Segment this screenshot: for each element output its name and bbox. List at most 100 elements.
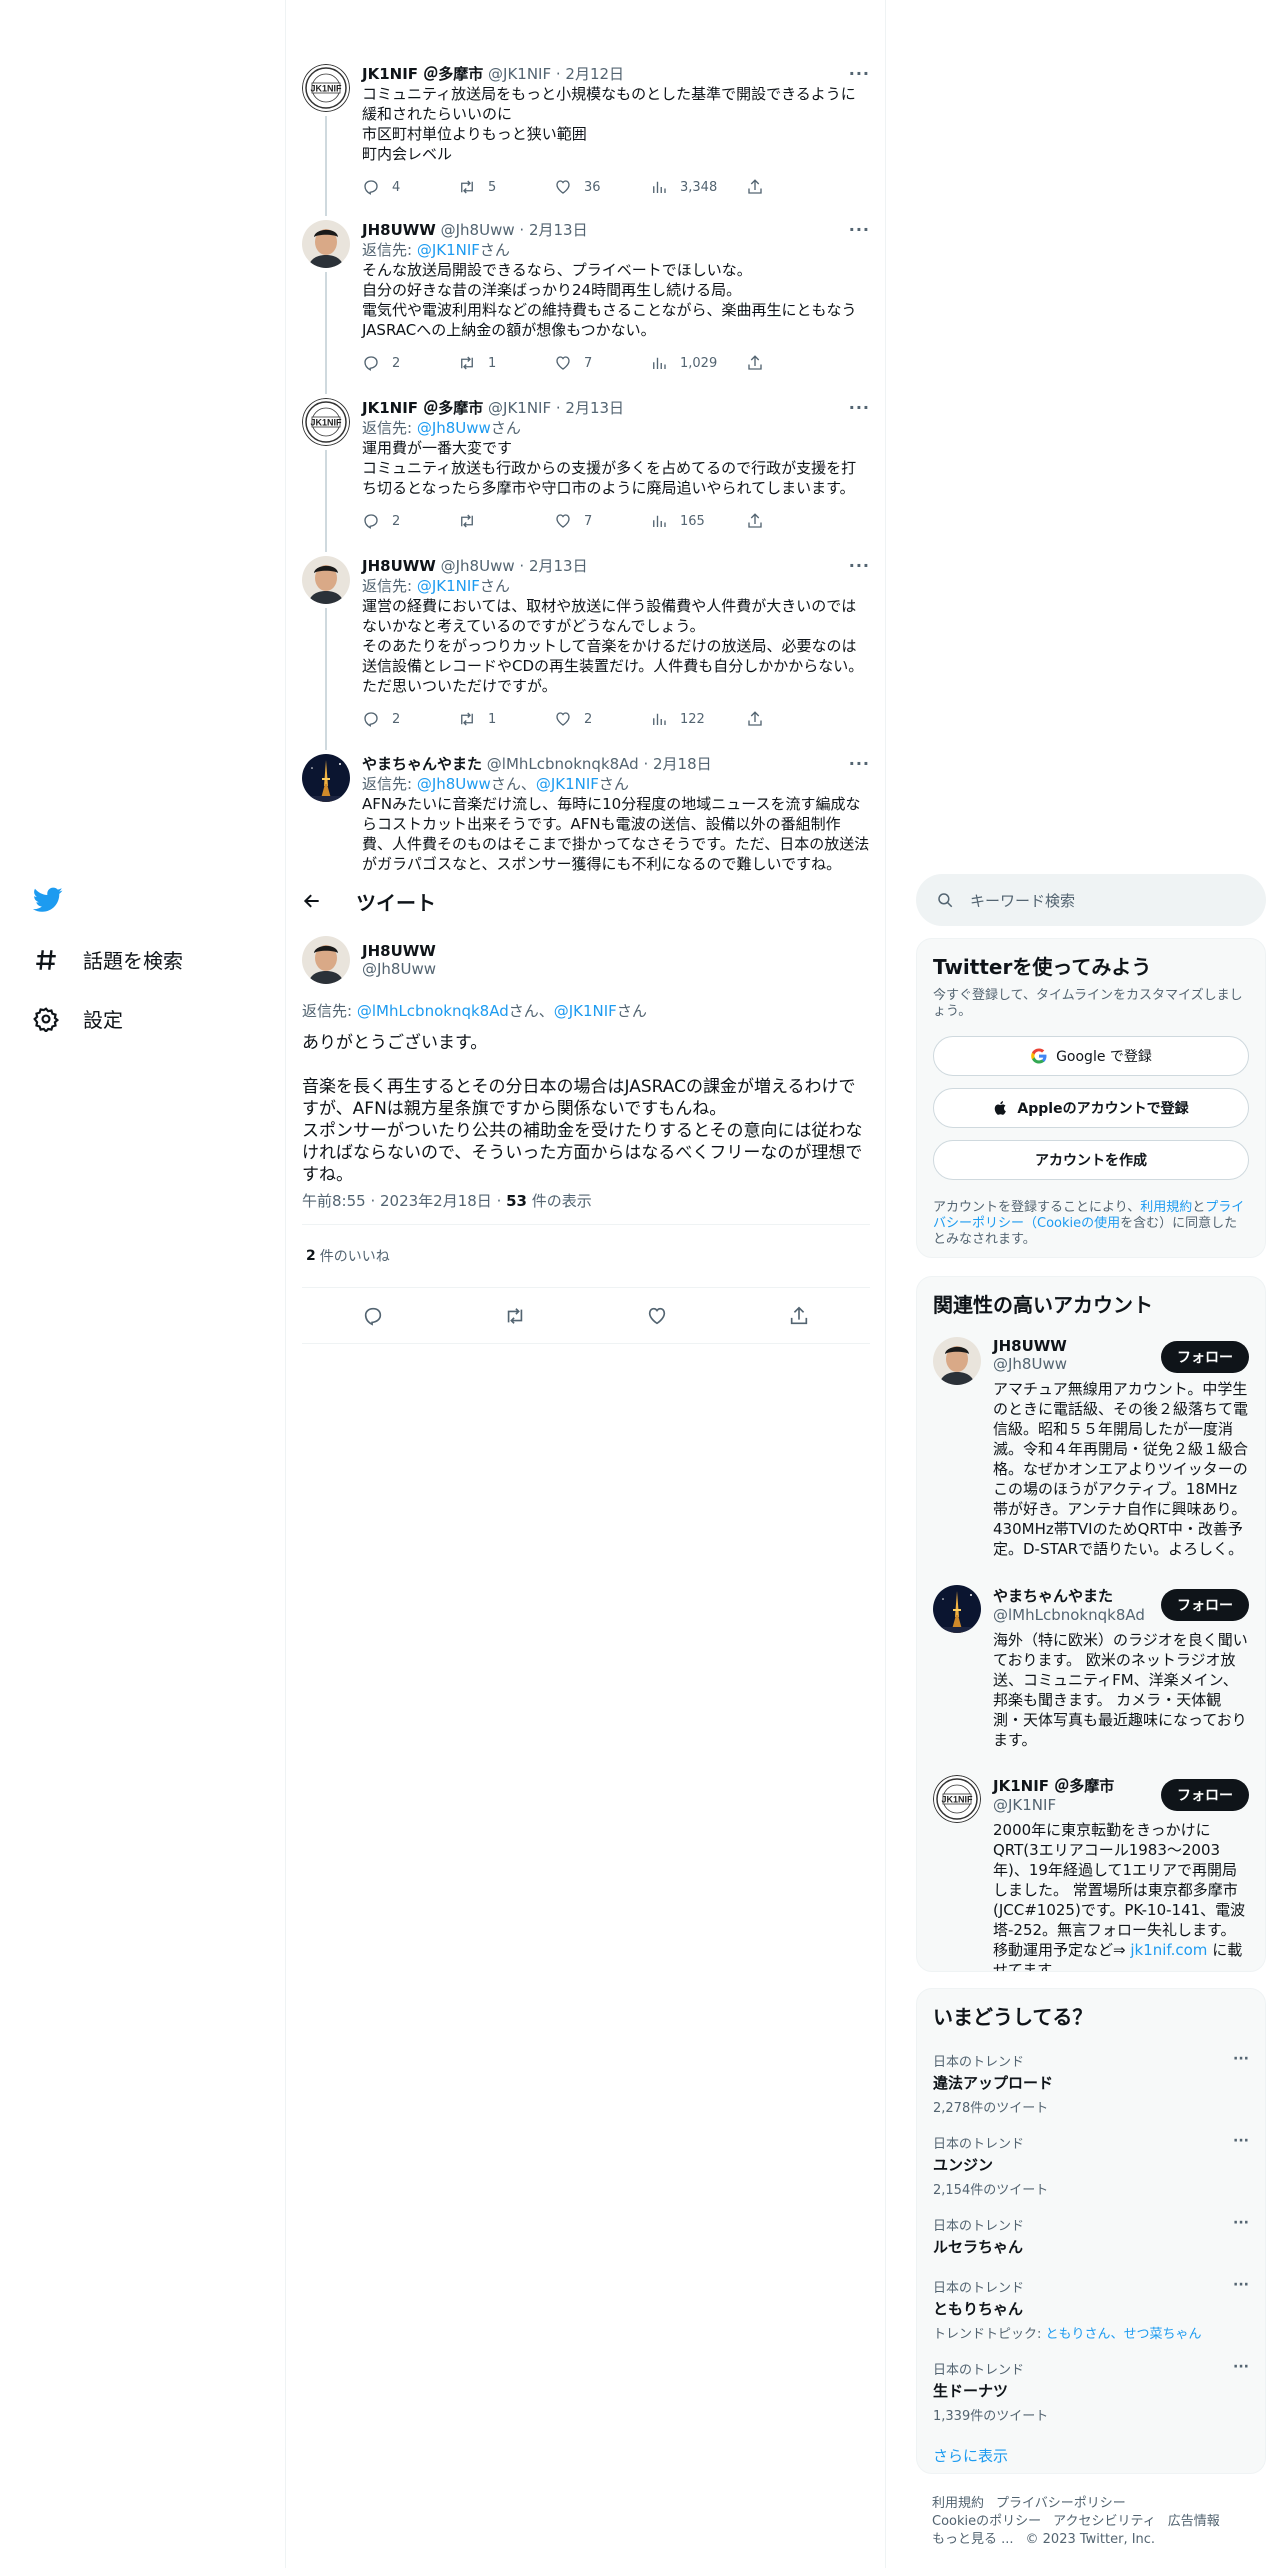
retweet-button[interactable] — [458, 512, 554, 530]
share-button[interactable] — [746, 512, 842, 530]
follow-button[interactable]: フォロー — [1161, 1341, 1249, 1373]
reply-mention-link[interactable]: @JK1NIF — [554, 1002, 617, 1020]
trend-category: 日本のトレンド — [933, 2363, 1025, 2378]
views-button[interactable]: 1,029 — [650, 354, 746, 372]
author-handle[interactable]: @Jh8Uww — [441, 221, 515, 239]
search-box[interactable]: キーワード検索 — [916, 874, 1266, 926]
reply-button[interactable]: 2 — [362, 354, 458, 372]
share-button[interactable] — [746, 178, 842, 196]
author-handle[interactable]: @Jh8Uww — [441, 557, 515, 575]
like-button[interactable]: 36 — [554, 178, 650, 196]
show-more-link[interactable]: さらに表示 — [933, 2445, 1008, 2466]
share-icon[interactable] — [788, 1305, 810, 1327]
author-name[interactable]: JK1NIF ＠多摩市 — [362, 399, 483, 417]
footer-link[interactable]: 利用規約 — [932, 2496, 984, 2511]
trend-item[interactable]: 日本のトレンド 違法アップロード 2,278件のツイート ··· — [933, 2051, 1249, 2116]
trend-more-icon[interactable]: ··· — [1233, 2277, 1249, 2293]
footer-link[interactable]: Cookieのポリシー — [932, 2514, 1041, 2529]
views-button[interactable]: 122 — [650, 710, 746, 728]
retweet-button[interactable]: 5 — [458, 178, 554, 196]
author-handle[interactable]: @JK1NIF — [488, 399, 551, 417]
tweet-date[interactable]: 2月13日 — [565, 399, 624, 417]
tweet-text: そんな放送局開設できるなら、プライベートでほしいな。 自分の好きな昔の洋楽ばっか… — [362, 261, 857, 339]
author-name[interactable]: やまちゃんやまた — [362, 755, 482, 773]
google-signup-button[interactable]: Google で登録 — [933, 1036, 1249, 1076]
views-button[interactable]: 165 — [650, 512, 746, 530]
twitter-logo-icon[interactable] — [33, 887, 63, 913]
author-handle[interactable]: @lMhLcbnoknqk8Ad — [487, 755, 639, 773]
footer-link[interactable]: もっと見る ... — [932, 2532, 1014, 2547]
tweet-date[interactable]: 2月18日 — [653, 755, 712, 773]
reply-icon[interactable] — [362, 1305, 384, 1327]
avatar[interactable] — [302, 936, 350, 984]
more-options-icon[interactable]: ··· — [849, 556, 870, 575]
likes-summary[interactable]: 2 件のいいね — [302, 1224, 870, 1288]
share-button[interactable] — [746, 710, 842, 728]
avatar[interactable]: JK1NIF — [933, 1775, 981, 1823]
retweet-button[interactable]: 1 — [458, 710, 554, 728]
focus-author[interactable]: JH8UWW @Jh8Uww — [302, 936, 436, 984]
reply-mention-link[interactable]: @Jh8Uww — [417, 419, 491, 437]
more-options-icon[interactable]: ··· — [849, 398, 870, 417]
reply-button[interactable]: 4 — [362, 178, 458, 196]
footer-link[interactable]: アクセシビリティ — [1053, 2514, 1156, 2529]
avatar[interactable]: JK1NIF — [302, 64, 350, 112]
tweet-time[interactable]: 午前8:55 — [302, 1192, 366, 1210]
reply-mention-link[interactable]: @JK1NIF — [417, 241, 480, 259]
trend-more-icon[interactable]: ··· — [1233, 2215, 1249, 2231]
author-handle[interactable]: @JK1NIF — [488, 65, 551, 83]
like-button[interactable]: 2 — [554, 710, 650, 728]
tweet-date[interactable]: 2月13日 — [529, 221, 588, 239]
author-name[interactable]: JH8UWW — [362, 557, 436, 575]
nav-settings[interactable]: 設定 — [33, 1004, 123, 1033]
reply-button[interactable]: 2 — [362, 710, 458, 728]
reply-mention-link[interactable]: @lMhLcbnoknqk8Ad — [357, 1002, 509, 1020]
avatar[interactable] — [302, 220, 350, 268]
avatar[interactable] — [302, 556, 350, 604]
trend-topic-link[interactable]: ともりさん、せつ菜ちゃん — [1046, 2327, 1202, 2342]
terms-link[interactable]: 利用規約 — [1140, 1200, 1192, 1215]
tweet-date[interactable]: 2月13日 — [529, 557, 588, 575]
retweet-button[interactable]: 1 — [458, 354, 554, 372]
like-icon[interactable] — [646, 1305, 668, 1327]
create-account-button[interactable]: アカウントを作成 — [933, 1140, 1249, 1180]
author-name[interactable]: JH8UWW — [362, 221, 436, 239]
account-bio-link[interactable]: jk1nif.com — [1130, 1941, 1207, 1959]
reply-button[interactable]: 2 — [362, 512, 458, 530]
trend-item[interactable]: 日本のトレンド ユンジン 2,154件のツイート ··· — [933, 2133, 1249, 2198]
author-name[interactable]: JK1NIF ＠多摩市 — [362, 65, 483, 83]
avatar[interactable] — [933, 1585, 981, 1633]
nav-explore[interactable]: 話題を検索 — [33, 945, 183, 974]
like-button[interactable]: 7 — [554, 512, 650, 530]
trend-more-icon[interactable]: ··· — [1233, 2051, 1249, 2067]
follow-button[interactable]: フォロー — [1161, 1779, 1249, 1811]
reply-mention-link[interactable]: @JK1NIF — [417, 577, 480, 595]
reply-mention-link[interactable]: @Jh8Uww — [417, 775, 491, 793]
tweet-date[interactable]: 2月12日 — [565, 65, 624, 83]
trend-item[interactable]: 日本のトレンド 生ドーナツ 1,339件のツイート ··· — [933, 2359, 1249, 2424]
share-button[interactable] — [746, 354, 842, 372]
search-input[interactable]: キーワード検索 — [970, 890, 1075, 911]
reply-mention-link[interactable]: @JK1NIF — [536, 775, 599, 793]
footer-link[interactable]: プライバシーポリシー — [996, 2496, 1126, 2511]
trend-item[interactable]: 日本のトレンド ルセラちゃん ··· — [933, 2215, 1249, 2257]
avatar[interactable] — [933, 1337, 981, 1385]
avatar[interactable]: JK1NIF — [302, 398, 350, 446]
tweet-text: AFNみたいに音楽だけ流し、毎時に10分程度の地域ニュースを流す編成ならコストカ… — [362, 795, 870, 872]
trend-item[interactable]: 日本のトレンド ともりちゃん トレンドトピック: ともりさん、せつ菜ちゃん ··· — [933, 2277, 1249, 2342]
apple-signup-button[interactable]: Appleのアカウントで登録 — [933, 1088, 1249, 1128]
more-options-icon[interactable]: ··· — [849, 220, 870, 239]
trend-more-icon[interactable]: ··· — [1233, 2359, 1249, 2375]
trend-more-icon[interactable]: ··· — [1233, 2133, 1249, 2149]
footer: 利用規約 プライバシーポリシー Cookieのポリシー アクセシビリティ 広告情報もっと… — [932, 2495, 1252, 2549]
avatar[interactable] — [302, 754, 350, 802]
back-arrow-icon[interactable] — [302, 891, 322, 911]
more-options-icon[interactable]: ··· — [849, 754, 870, 773]
like-button[interactable]: 7 — [554, 354, 650, 372]
follow-button[interactable]: フォロー — [1161, 1589, 1249, 1621]
footer-link[interactable]: 広告情報 — [1168, 2514, 1220, 2529]
views-button[interactable]: 3,348 — [650, 178, 746, 196]
more-options-icon[interactable]: ··· — [849, 64, 870, 83]
retweet-icon[interactable] — [504, 1305, 526, 1327]
tweet-date[interactable]: 2023年2月18日 — [380, 1192, 492, 1210]
